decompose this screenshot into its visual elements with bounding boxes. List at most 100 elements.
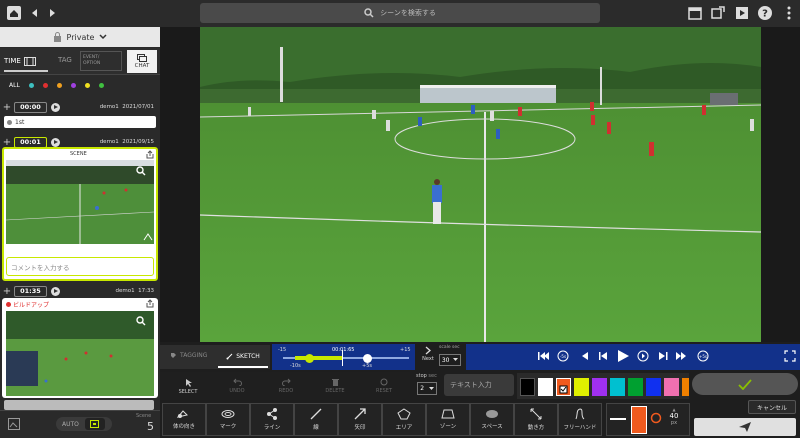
tab-tag[interactable]: TAG xyxy=(58,56,72,64)
swatch-blue[interactable] xyxy=(646,378,661,396)
auto-toggle[interactable]: AUTO xyxy=(56,417,112,431)
tool-line-connect[interactable]: ライン xyxy=(250,403,294,436)
search-input[interactable]: シーンを検索する xyxy=(380,8,436,18)
tool-space[interactable]: スペース xyxy=(470,403,514,436)
tab-event-option[interactable]: EVENT/ OPTION xyxy=(80,51,122,71)
filter-dot-green[interactable] xyxy=(98,82,104,88)
image-icon[interactable] xyxy=(8,418,20,430)
scrubber-handle-start[interactable] xyxy=(305,354,314,363)
tool-arrow[interactable]: 矢印 xyxy=(338,403,382,436)
play-icon[interactable] xyxy=(51,137,60,147)
scrubber-handle-end[interactable] xyxy=(363,354,372,363)
timestamp[interactable]: 01:35 xyxy=(14,285,47,297)
cancel-button[interactable]: キャンセル xyxy=(748,400,796,414)
tool-freehand[interactable]: フリーハンド xyxy=(558,403,602,436)
filter-dot-purple[interactable] xyxy=(70,82,76,88)
timestamp[interactable]: 00:01 xyxy=(14,136,47,148)
fast-forward-icon[interactable] xyxy=(676,350,688,362)
swatch-green[interactable] xyxy=(628,378,643,396)
scale-select[interactable]: 30 xyxy=(439,354,461,366)
zoom-icon[interactable] xyxy=(136,166,146,176)
text-input[interactable]: テキスト入力 xyxy=(444,374,514,396)
filter-dot-cyan[interactable] xyxy=(28,82,34,88)
video-player[interactable] xyxy=(200,27,761,342)
step-back-icon[interactable] xyxy=(597,350,609,362)
swatch-yellow[interactable] xyxy=(574,378,589,396)
tab-sketch[interactable]: SKETCH xyxy=(218,346,268,368)
stroke-color-selected[interactable] xyxy=(631,406,647,434)
export-icon[interactable] xyxy=(710,5,726,21)
swatch-purple[interactable] xyxy=(592,378,607,396)
next-button[interactable]: Next xyxy=(419,346,437,368)
stroke-preview-line[interactable] xyxy=(610,418,626,420)
privacy-selector[interactable]: Private xyxy=(0,27,160,47)
share-icon[interactable] xyxy=(146,299,154,308)
film-icon xyxy=(23,56,36,66)
rewind-5s-icon[interactable]: -5s xyxy=(557,350,569,362)
swatch-amber[interactable] xyxy=(682,378,689,396)
play-icon[interactable] xyxy=(51,286,60,296)
confirm-button[interactable] xyxy=(692,373,798,395)
tool-movement[interactable]: 動き方 xyxy=(514,403,558,436)
tool-area[interactable]: エリア xyxy=(382,403,426,436)
add-icon[interactable]: + xyxy=(0,102,14,113)
step-forward-icon[interactable] xyxy=(637,350,649,362)
swatch-black[interactable] xyxy=(520,378,535,396)
filter-all[interactable]: ALL xyxy=(9,82,20,89)
calendar-icon[interactable] xyxy=(687,5,703,21)
play-icon[interactable] xyxy=(51,102,60,112)
filter-dot-yellow[interactable] xyxy=(84,82,90,88)
add-icon[interactable]: + xyxy=(0,137,14,148)
add-icon[interactable]: + xyxy=(0,286,14,297)
share-icon[interactable] xyxy=(146,150,154,159)
tab-chat[interactable]: CHAT xyxy=(127,50,157,73)
scene-thumbnail[interactable] xyxy=(6,160,154,244)
reset-button[interactable]: RESET xyxy=(354,374,414,398)
scene-thumbnail[interactable] xyxy=(6,311,154,396)
video-library-icon[interactable] xyxy=(734,5,750,21)
filter-dot-red[interactable] xyxy=(42,82,48,88)
swatch-cyan[interactable] xyxy=(610,378,625,396)
reset-icon xyxy=(380,378,388,386)
send-button[interactable] xyxy=(694,418,796,436)
tool-mark[interactable]: マーク xyxy=(206,403,250,436)
tool-line[interactable]: 線 xyxy=(294,403,338,436)
tool-body-direction[interactable]: 体の向き xyxy=(162,403,206,436)
zone-icon xyxy=(441,409,455,419)
zoom-icon[interactable] xyxy=(136,316,146,326)
fullscreen-icon[interactable] xyxy=(784,350,796,362)
forward-5s-icon[interactable]: +5s xyxy=(697,350,709,362)
forward-icon[interactable] xyxy=(44,5,60,21)
tag-color-dot xyxy=(7,119,12,125)
tag-chip[interactable]: 1st xyxy=(4,116,156,128)
skip-start-icon[interactable] xyxy=(537,350,549,362)
frame-forward-icon[interactable] xyxy=(657,350,669,362)
swatch-orange-selected[interactable] xyxy=(556,378,571,396)
swatch-pink[interactable] xyxy=(664,378,679,396)
stroke-style-icon[interactable] xyxy=(650,410,662,426)
frame-back-icon[interactable] xyxy=(578,350,590,362)
help-icon[interactable]: ? xyxy=(757,5,773,21)
more-menu-icon[interactable] xyxy=(781,5,797,21)
scrubber-current-time: 00:01:65 xyxy=(332,347,355,353)
back-icon[interactable] xyxy=(27,5,43,21)
comment-input[interactable]: コメントを入力する xyxy=(6,257,154,276)
mark-icon xyxy=(221,409,235,419)
play-button[interactable] xyxy=(616,349,630,363)
filter-dot-orange[interactable] xyxy=(56,82,62,88)
swatch-white[interactable] xyxy=(538,378,553,396)
scene-label: SCENE xyxy=(70,151,87,157)
stop-select[interactable]: 2 xyxy=(417,382,437,395)
tab-tagging[interactable]: TAGGING xyxy=(170,352,207,359)
scene-count: 5 xyxy=(147,420,154,433)
tab-time[interactable]: TIME xyxy=(4,52,48,72)
tool-zone[interactable]: ゾーン xyxy=(426,403,470,436)
home-icon[interactable] xyxy=(6,5,22,21)
scrubber-range xyxy=(295,356,343,360)
svg-text:+5s: +5s xyxy=(699,354,707,359)
search-bar[interactable]: シーンを検索する xyxy=(200,3,600,23)
scene-count-label: Scene xyxy=(136,413,152,419)
timestamp[interactable]: 00:00 xyxy=(14,101,47,113)
send-icon xyxy=(738,421,752,433)
stroke-size[interactable]: ▲ 40 px xyxy=(667,407,681,426)
